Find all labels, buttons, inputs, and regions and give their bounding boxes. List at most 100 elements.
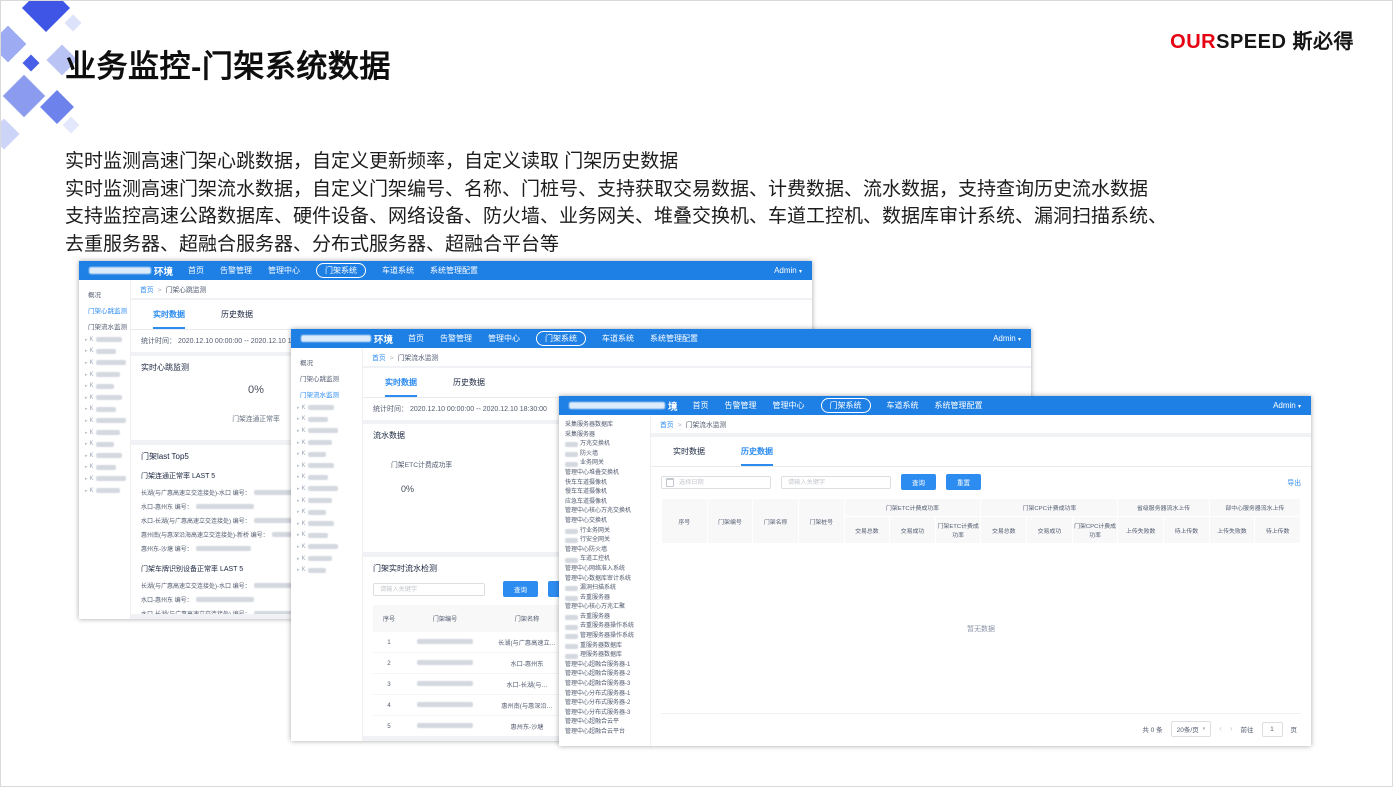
device-item[interactable]: 慢车车道摄像机 (565, 488, 646, 498)
date-picker[interactable] (661, 476, 771, 489)
sidebar-item-redacted[interactable]: ▸K (297, 448, 358, 460)
device-item[interactable]: 采集服务器数据库 (565, 421, 646, 431)
sidebar-item-redacted[interactable]: ▸K (297, 495, 358, 507)
reset-button[interactable]: 重置 (946, 474, 981, 490)
sidebar-item-redacted[interactable]: ▸K (85, 427, 126, 439)
sidebar-item-redacted[interactable]: ▸K (297, 530, 358, 542)
device-item[interactable]: 管理中心超融合云平 (565, 718, 646, 728)
sidebar-item-redacted[interactable]: ▸K (85, 392, 126, 404)
nav-item[interactable]: 管理中心 (488, 333, 520, 344)
nav-item[interactable]: 首页 (693, 400, 709, 411)
device-item[interactable]: 管理中心超融合服务器-1 (565, 661, 646, 671)
nav-item[interactable]: 首页 (188, 265, 204, 276)
sidebar-item-redacted[interactable]: ▸K (85, 473, 126, 485)
sidebar-item-redacted[interactable]: ▸K (297, 541, 358, 553)
export-link[interactable]: 导出 (1287, 477, 1301, 487)
page-size-select[interactable]: 20条/页▾ (1171, 721, 1212, 737)
device-item[interactable]: 管理中心数据库审计系统 (565, 575, 646, 585)
sidebar-item-redacted[interactable]: ▸K (297, 472, 358, 484)
date-input-field[interactable] (677, 478, 766, 487)
nav-item[interactable]: 管理中心 (268, 265, 300, 276)
device-item[interactable]: 采集服务器 (565, 431, 646, 441)
nav-item[interactable]: 门架系统 (316, 263, 366, 278)
sidebar-item-redacted[interactable]: ▸K (85, 357, 126, 369)
tab-realtime[interactable]: 实时数据 (673, 446, 705, 466)
device-item[interactable]: 管理中心交换机 (565, 517, 646, 527)
nav-item[interactable]: 系统管理配置 (935, 400, 983, 411)
device-item[interactable]: 快车车道摄像机 (565, 479, 646, 489)
sidebar-item-redacted[interactable]: ▸K (85, 462, 126, 474)
sidebar-item-redacted[interactable]: ▸K (85, 346, 126, 358)
admin-menu[interactable]: Admin ▾ (993, 334, 1021, 343)
keyword-input-field[interactable] (378, 585, 480, 594)
sidebar-item[interactable]: 概况 (297, 354, 358, 370)
sidebar-item-redacted[interactable]: ▸K (297, 553, 358, 565)
sidebar-item-redacted[interactable]: ▸K (85, 438, 126, 450)
device-item[interactable]: 漏洞扫描系统 (565, 584, 646, 594)
sidebar-item-redacted[interactable]: ▸K (297, 402, 358, 414)
sidebar-item[interactable]: 门架流水监测 (85, 318, 126, 334)
device-item[interactable]: 业务网关 (565, 459, 646, 469)
nav-item[interactable]: 车道系统 (602, 333, 634, 344)
nav-item[interactable]: 告警管理 (725, 400, 757, 411)
sidebar-item-redacted[interactable]: ▸K (297, 414, 358, 426)
nav-item[interactable]: 管理中心 (773, 400, 805, 411)
sidebar-item-redacted[interactable]: ▸K (85, 485, 126, 497)
sidebar-item-redacted[interactable]: ▸K (297, 564, 358, 576)
nav-item[interactable]: 告警管理 (440, 333, 472, 344)
nav-item[interactable]: 系统管理配置 (430, 265, 478, 276)
sidebar-item-redacted[interactable]: ▸K (85, 380, 126, 392)
sidebar-item-redacted[interactable]: ▸K (297, 460, 358, 472)
breadcrumb-home[interactable]: 首页 (140, 287, 154, 294)
sidebar-item-redacted[interactable]: ▸K (297, 425, 358, 437)
sidebar-item-redacted[interactable]: ▸K (85, 369, 126, 381)
breadcrumb-home[interactable]: 首页 (372, 355, 386, 362)
page-input[interactable] (1262, 722, 1283, 737)
device-item[interactable]: 管理中心分布式服务器-3 (565, 709, 646, 719)
device-item[interactable]: 管理中心分布式服务器-1 (565, 690, 646, 700)
device-item[interactable]: 防火墙 (565, 450, 646, 460)
query-button[interactable]: 查询 (503, 581, 538, 597)
sidebar-item-redacted[interactable]: ▸K (85, 334, 126, 346)
tab-history[interactable]: 历史数据 (221, 309, 253, 329)
admin-menu[interactable]: Admin ▾ (774, 266, 802, 275)
device-item[interactable]: 管理中心网络准入系统 (565, 565, 646, 575)
sidebar-item-redacted[interactable]: ▸K (297, 518, 358, 530)
nav-item[interactable]: 门架系统 (536, 331, 586, 346)
sidebar-item[interactable]: 门架心跳监测 (297, 370, 358, 386)
keyword-input[interactable] (781, 476, 891, 489)
device-item[interactable]: 万兆交换机 (565, 440, 646, 450)
device-item[interactable]: 应急车道摄像机 (565, 498, 646, 508)
nav-item[interactable]: 系统管理配置 (650, 333, 698, 344)
keyword-input[interactable] (373, 583, 485, 596)
sidebar-item-redacted[interactable]: ▸K (85, 450, 126, 462)
device-item[interactable]: 去重服务器 (565, 594, 646, 604)
device-item[interactable]: 管理中心核心万兆汇聚 (565, 603, 646, 613)
next-page-button[interactable]: › (1230, 725, 1233, 733)
device-item[interactable]: 管理中心分布式服务器-2 (565, 699, 646, 709)
tab-realtime[interactable]: 实时数据 (385, 377, 417, 397)
sidebar-item-redacted[interactable]: ▸K (85, 415, 126, 427)
query-button[interactable]: 查询 (901, 474, 936, 490)
device-item[interactable]: 理服务器数据库 (565, 651, 646, 661)
device-item[interactable]: 管理服务器操作系统 (565, 632, 646, 642)
device-item[interactable]: 管理中心核心万兆交换机 (565, 507, 646, 517)
sidebar-item-redacted[interactable]: ▸K (297, 437, 358, 449)
device-item[interactable]: 管理中心防火墙 (565, 546, 646, 556)
device-item[interactable]: 行业务网关 (565, 527, 646, 537)
tab-realtime[interactable]: 实时数据 (153, 309, 185, 329)
sidebar-item-redacted[interactable]: ▸K (85, 404, 126, 416)
tab-history[interactable]: 历史数据 (741, 446, 773, 466)
sidebar-item[interactable]: 门架流水监测 (297, 386, 358, 402)
keyword-input-field[interactable] (786, 478, 886, 487)
device-item[interactable]: 管理中心超融合云平台 (565, 728, 646, 738)
tab-history[interactable]: 历史数据 (453, 377, 485, 397)
nav-item[interactable]: 车道系统 (887, 400, 919, 411)
device-item[interactable]: 行安全网关 (565, 536, 646, 546)
sidebar-item-redacted[interactable]: ▸K (297, 506, 358, 518)
sidebar-item[interactable]: 门架心跳监测 (85, 302, 126, 318)
device-item[interactable]: 管理中心超融合服务器-3 (565, 680, 646, 690)
nav-item[interactable]: 告警管理 (220, 265, 252, 276)
prev-page-button[interactable]: ‹ (1219, 725, 1222, 733)
sidebar-item-redacted[interactable]: ▸K (297, 483, 358, 495)
